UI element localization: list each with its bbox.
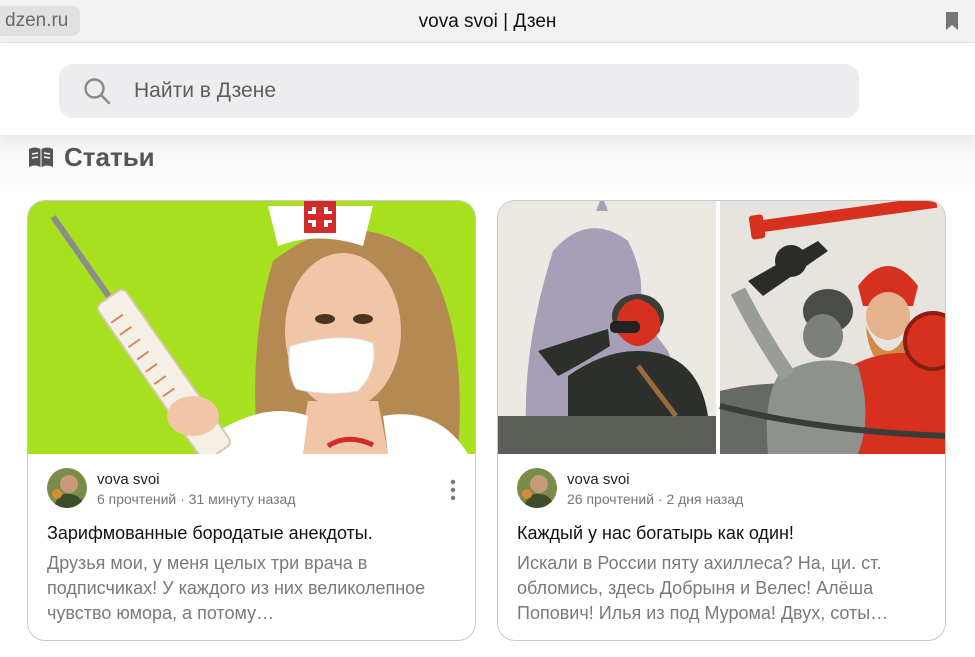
header — [0, 43, 975, 135]
article-thumbnail[interactable] — [498, 201, 945, 454]
more-menu-icon[interactable] — [443, 477, 463, 503]
section-header: Статьи — [28, 140, 155, 174]
article-snippet[interactable]: Искали в России пяту ахиллеса? На, ци. с… — [517, 551, 917, 626]
author-avatar[interactable] — [47, 468, 87, 508]
article-title[interactable]: Каждый у нас богатырь как один! — [517, 522, 927, 544]
article-thumbnail[interactable] — [28, 201, 475, 454]
browser-topbar: dzen.ru vova svoi | Дзен — [0, 0, 975, 43]
section-title: Статьи — [64, 141, 155, 172]
page-title: vova svoi | Дзен — [418, 11, 557, 32]
search-icon[interactable] — [83, 77, 111, 105]
search-bar[interactable] — [59, 64, 859, 118]
bookmark-icon[interactable] — [945, 12, 959, 30]
author-name[interactable]: vova svoi — [97, 471, 160, 488]
article-meta: 6 прочтений · 31 минуту назад — [97, 491, 296, 507]
author-avatar[interactable] — [517, 468, 557, 508]
articles-icon — [29, 147, 53, 167]
search-input[interactable] — [134, 64, 814, 118]
article-card[interactable]: vova svoi 26 прочтений · 2 дня назад Каж… — [497, 200, 946, 641]
article-snippet[interactable]: Друзья мои, у меня целых три врача в под… — [47, 551, 447, 626]
article-meta: 26 прочтений · 2 дня назад — [567, 491, 744, 507]
article-title[interactable]: Зарифмованные бородатые анекдоты. — [47, 522, 457, 544]
article-card[interactable]: vova svoi 6 прочтений · 31 минуту назад … — [27, 200, 476, 641]
author-name[interactable]: vova svoi — [567, 471, 630, 488]
